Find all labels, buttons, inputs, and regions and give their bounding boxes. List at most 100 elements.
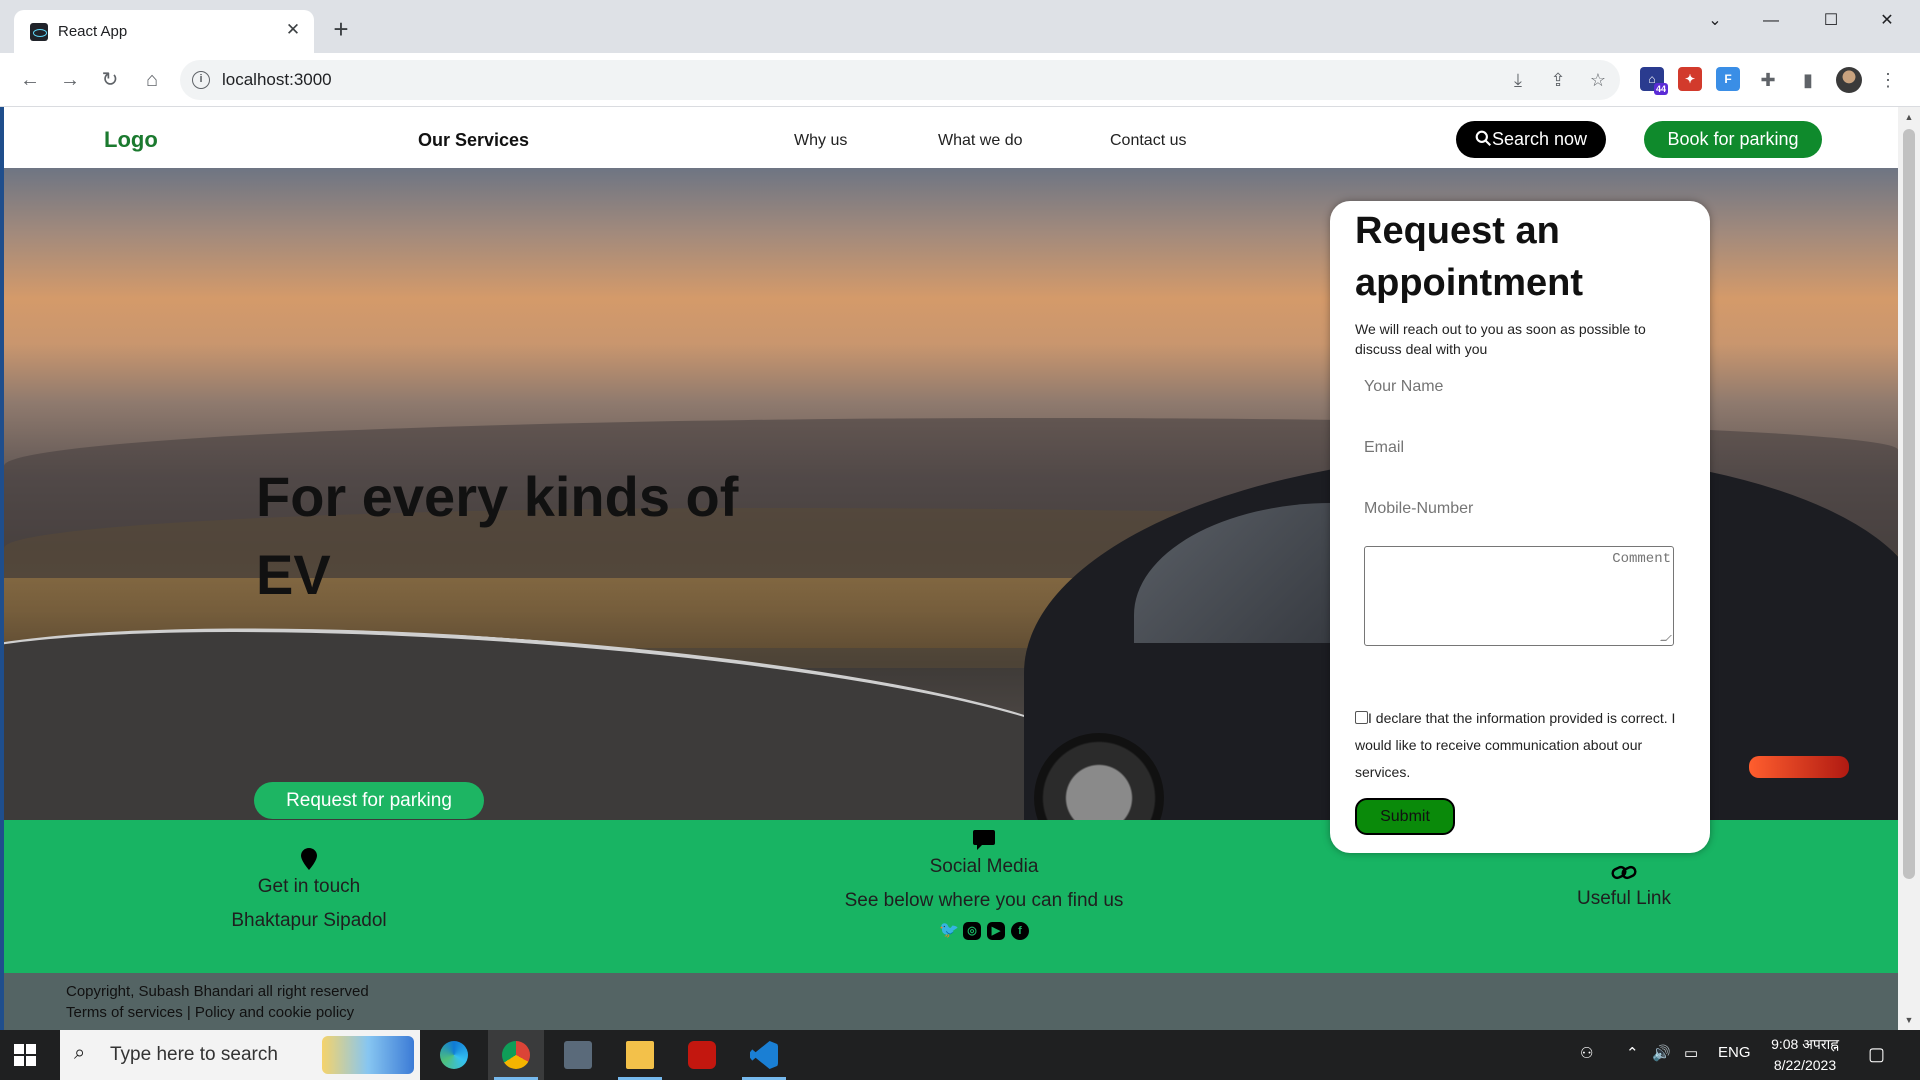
taskbar-acrobat[interactable] [674,1030,730,1080]
site-info-icon[interactable]: i [192,71,210,89]
links-column: Useful Link [1504,864,1744,916]
hero-heading: For every kinds of EV [256,465,739,606]
extension-badge: 44 [1653,83,1668,95]
appointment-form: Request an appointment We will reach out… [1330,201,1710,853]
search-now-label: Search now [1491,129,1588,149]
page-scrollbar[interactable]: ▲ ▼ [1898,107,1920,1030]
edge-icon [440,1041,468,1069]
instagram-icon[interactable]: ◎ [963,922,981,940]
side-panel-icon[interactable]: ▮ [1796,68,1820,92]
location-pin-icon [301,848,317,870]
install-app-icon[interactable]: ⤓ [1506,68,1530,92]
nav-our-services[interactable]: Our Services [418,130,529,151]
mobile-number-input[interactable]: Mobile-Number [1364,500,1473,518]
taskbar-calculator[interactable] [550,1030,606,1080]
taskbar-vscode[interactable] [736,1030,792,1080]
email-input[interactable]: Email [1364,439,1404,457]
address-bar[interactable]: i localhost:3000 [180,60,1620,100]
extension-red-icon[interactable]: ✦ [1678,67,1702,91]
copyright-bar: Copyright, Subash Bhandari all right res… [4,973,1898,1030]
taskbar-search-placeholder: Type here to search [110,1044,278,1065]
notifications-icon[interactable]: ▢ [1868,1044,1885,1065]
calculator-icon [564,1041,592,1069]
browser-menu-icon[interactable]: ⋮ [1876,68,1900,92]
book-for-parking-button[interactable]: Book for parking [1644,121,1822,158]
tray-chevron-icon[interactable]: ⌃ [1626,1044,1639,1062]
url-text[interactable]: localhost:3000 [222,70,332,90]
resize-handle-icon[interactable] [1660,635,1672,641]
nav-why-us[interactable]: Why us [794,132,847,150]
tab-search-icon[interactable]: ⌄ [1692,6,1738,36]
contact-column: Get in touch Bhaktapur Sipadol [154,848,464,938]
extension-blue-icon[interactable]: F [1716,67,1740,91]
social-icons: 🐦 ◎ ▶ f [804,922,1164,940]
youtube-icon[interactable]: ▶ [987,922,1005,940]
social-subtitle: See below where you can find us [844,890,1124,911]
page-viewport: Logo Our Services Why us What we do Cont… [0,107,1920,1030]
name-input[interactable]: Your Name [1364,378,1443,396]
clock-time: 9:08 अपराह्न [1771,1036,1839,1052]
extensions-puzzle-icon[interactable]: ✚ [1756,68,1780,92]
windows-start-icon[interactable] [14,1044,36,1066]
social-column: Social Media See below where you can fin… [804,830,1164,940]
nav-contact-us[interactable]: Contact us [1110,132,1186,150]
reload-icon[interactable]: ↻ [96,66,124,94]
browser-tabstrip: React App ✕ + ⌄ — ☐ ✕ [0,0,1920,53]
browser-tab[interactable]: React App ✕ [14,10,314,53]
new-tab-button[interactable]: + [328,16,354,43]
react-favicon-icon [30,23,48,41]
twitter-icon[interactable]: 🐦 [939,922,959,940]
chat-bubble-icon [973,830,995,850]
copyright-text: Copyright, Subash Bhandari all right res… [66,983,369,1000]
contact-title: Get in touch [257,876,361,897]
chrome-icon [502,1041,530,1069]
facebook-icon[interactable]: f [1011,922,1029,940]
home-icon[interactable]: ⌂ [138,66,166,94]
site-logo[interactable]: Logo [104,127,158,153]
form-subtitle: We will reach out to you as soon as poss… [1355,321,1646,357]
share-icon[interactable]: ⇪ [1546,68,1570,92]
declaration-checkbox[interactable] [1355,711,1368,724]
extension-graduation-icon[interactable]: ⌂ 44 [1640,67,1668,95]
browser-toolbar: ← → ↻ ⌂ i localhost:3000 ⤓ ⇪ ☆ ⌂ 44 ✦ F ✚… [0,53,1920,107]
taskbar-clock[interactable]: 9:08 अपराह्न 8/22/2023 [1760,1034,1850,1076]
site-header: Logo Our Services Why us What we do Cont… [4,107,1898,168]
taskbar-file-explorer[interactable] [612,1030,668,1080]
scroll-up-arrow-icon[interactable]: ▲ [1898,109,1920,125]
acrobat-icon [688,1041,716,1069]
minimize-icon[interactable]: — [1748,6,1794,36]
link-icon [1611,865,1637,880]
profile-avatar[interactable] [1836,67,1862,93]
nav-what-we-do[interactable]: What we do [938,132,1022,150]
people-icon[interactable]: ⚇ [1580,1044,1593,1062]
back-icon[interactable]: ← [16,66,44,94]
maximize-icon[interactable]: ☐ [1808,6,1854,36]
taskbar-search[interactable]: ⌕ Type here to search [60,1030,420,1080]
vscode-icon [750,1041,778,1069]
clock-date: 8/22/2023 [1773,1057,1837,1073]
submit-button[interactable]: Submit [1355,798,1455,835]
scroll-down-arrow-icon[interactable]: ▼ [1898,1012,1920,1028]
tab-title: React App [58,23,128,40]
declaration-text: I declare that the information provided … [1355,710,1676,780]
search-highlight-image [322,1036,414,1074]
comment-placeholder: Comment [1612,551,1671,567]
close-window-icon[interactable]: ✕ [1864,6,1910,36]
comment-textarea[interactable]: Comment [1364,546,1674,646]
taskbar-edge[interactable] [426,1030,482,1080]
scrollbar-thumb[interactable] [1903,129,1915,879]
social-title: Social Media [929,856,1039,877]
request-for-parking-button[interactable]: Request for parking [254,782,484,819]
volume-icon[interactable]: 🔊 [1652,1044,1671,1062]
taskbar-chrome[interactable] [488,1030,544,1080]
search-now-button[interactable]: Search now [1456,121,1606,158]
language-indicator[interactable]: ENG [1718,1044,1751,1061]
forward-icon[interactable]: → [56,66,84,94]
bookmark-star-icon[interactable]: ☆ [1586,68,1610,92]
form-title: Request an appointment [1355,210,1583,304]
terms-links[interactable]: Terms of services | Policy and cookie po… [66,1004,354,1021]
close-tab-icon[interactable]: ✕ [282,19,304,41]
battery-icon[interactable]: ▭ [1684,1044,1698,1062]
links-title[interactable]: Useful Link [1504,882,1744,916]
taskbar: ⌕ Type here to search ⚇ ⌃ 🔊 ▭ ENG 9:08 अ… [0,1030,1920,1080]
